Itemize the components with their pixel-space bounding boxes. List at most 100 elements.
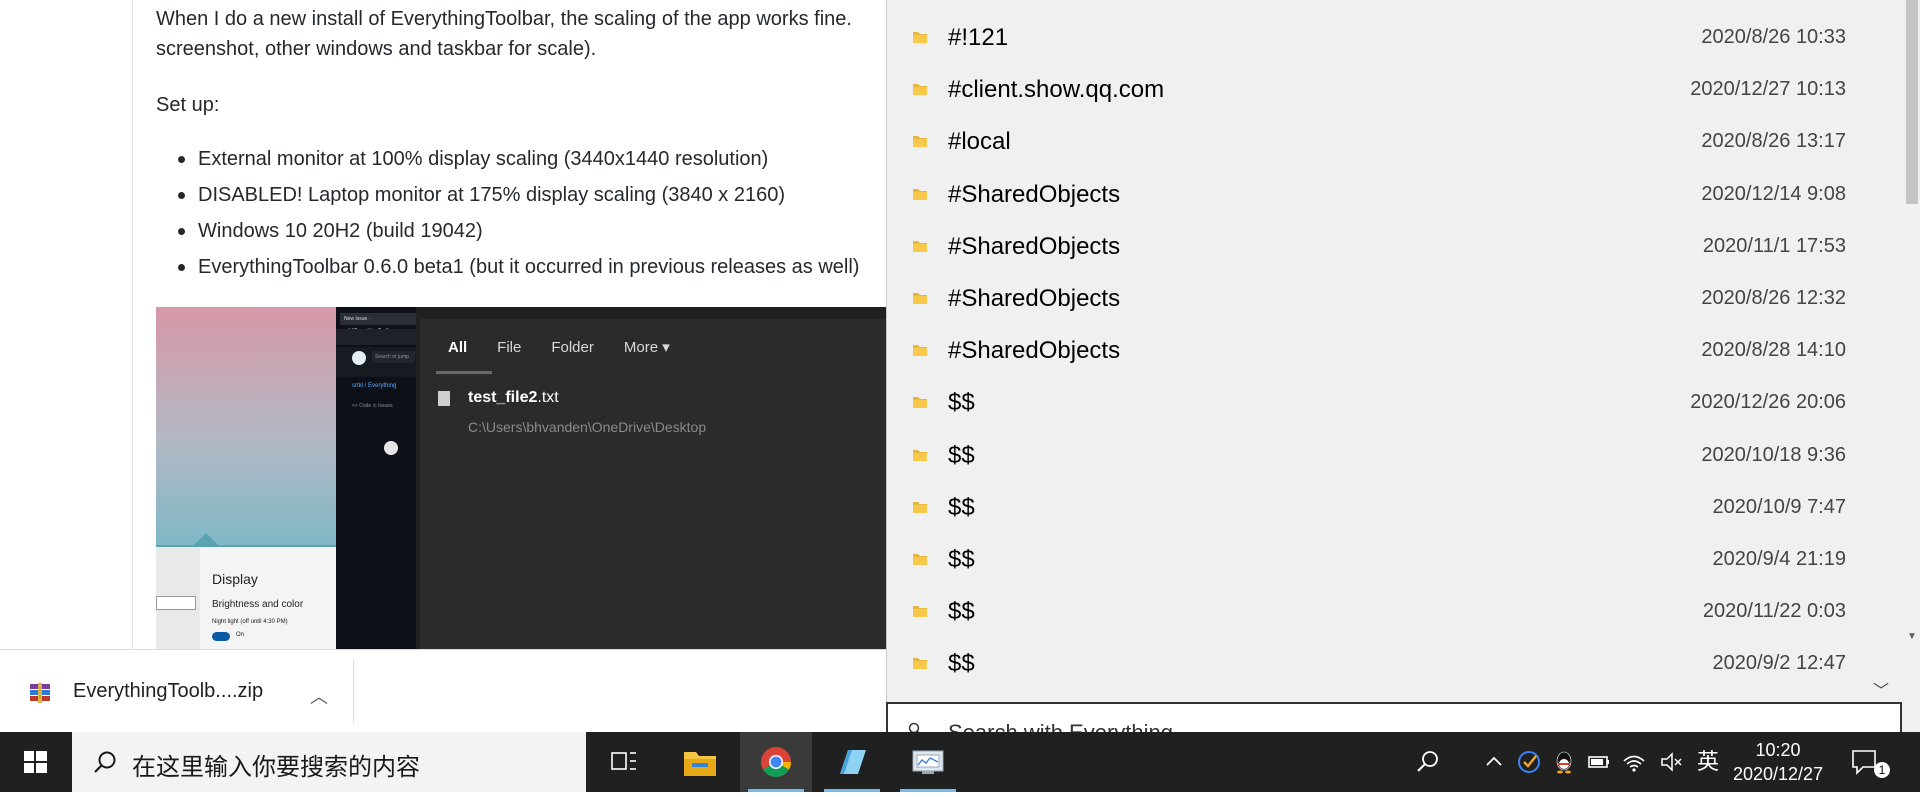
night-light-label: Night light (off until 4:30 PM) <box>212 619 288 625</box>
result-name: #SharedObjects <box>948 180 1121 208</box>
result-date: 2020/8/26 13:17 <box>1701 130 1846 153</box>
list-item[interactable]: #SharedObjects 2020/8/26 12:32 <box>886 273 1906 325</box>
result-date: 2020/10/18 9:36 <box>1701 443 1846 466</box>
result-name: $$ <box>948 389 975 417</box>
battery-icon[interactable] <box>1586 749 1612 775</box>
browser-address-bar <box>336 329 416 345</box>
result-name: $$ <box>948 598 975 626</box>
setup-label: Set up: <box>156 94 220 116</box>
active-tab-indicator <box>436 371 492 374</box>
folder-icon <box>913 293 927 304</box>
tab-file: File <box>497 338 522 356</box>
taskbar-search-input[interactable]: 在这里输入你要搜索的内容 <box>132 747 420 782</box>
result-name: #SharedObjects <box>948 337 1121 365</box>
task-view-button[interactable] <box>588 732 660 792</box>
tab-all: All <box>448 338 468 356</box>
notification-count: 1 <box>1874 762 1890 778</box>
tab-more-label: More <box>623 339 659 356</box>
notepad-icon <box>840 750 866 774</box>
everything-toolbar-popup <box>420 319 896 649</box>
list-item[interactable]: $$ 2020/11/22 0:03 <box>886 586 1906 638</box>
setup-list: External monitor at 100% display scaling… <box>156 143 859 287</box>
folder-icon <box>913 449 927 461</box>
result-name: $$ <box>948 493 975 521</box>
result-date: 2020/10/9 7:47 <box>1712 495 1846 518</box>
chevron-up-icon[interactable]: ︿ <box>310 683 328 709</box>
folder-icon <box>913 606 927 618</box>
result-name: #!121 <box>948 24 1009 51</box>
taskbar-clock[interactable]: 10:20 2020/12/27 <box>1724 738 1832 786</box>
clock-date: 2020/12/27 <box>1732 764 1824 784</box>
wifi-icon[interactable] <box>1621 749 1647 775</box>
list-item[interactable]: #!121 2020/8/26 10:33 <box>886 12 1906 64</box>
chrome-icon <box>761 747 791 778</box>
list-item[interactable]: $$ 2020/10/18 9:36 <box>886 430 1906 482</box>
list-item[interactable]: $$ 2020/9/2 12:47 <box>886 638 1906 690</box>
night-light-toggle <box>212 632 230 641</box>
result-date: 2020/8/26 12:32 <box>1701 287 1846 309</box>
list-item: EverythingToolbar 0.6.0 beta1 (but it oc… <box>156 251 859 287</box>
filter-tabs: All File Folder More ▾ <box>428 327 670 367</box>
checkmark-icon[interactable] <box>1516 749 1542 775</box>
search-icon <box>94 751 116 773</box>
desktop-wallpaper <box>156 307 336 547</box>
taskbar-search-box[interactable]: 在这里输入你要搜索的内容 <box>72 732 586 792</box>
list-item[interactable]: #SharedObjects 2020/8/28 14:10 <box>886 325 1906 377</box>
folder-icon <box>913 658 927 670</box>
chevron-down-icon[interactable]: ﹀ <box>1873 677 1889 701</box>
result-date: 2020/11/1 17:53 <box>1702 234 1846 257</box>
windows-start-icon <box>24 751 47 773</box>
taskbar-file-explorer[interactable] <box>664 732 736 792</box>
list-item[interactable]: $$ 2020/12/26 20:06 <box>886 377 1906 429</box>
folder-icon <box>913 554 927 565</box>
file-icon <box>438 391 450 406</box>
list-item[interactable]: $$ 2020/10/9 7:47 <box>886 482 1906 534</box>
github-search: Search or jump <box>372 351 415 363</box>
list-item[interactable]: #local 2020/8/26 13:17 <box>886 116 1906 168</box>
start-button[interactable] <box>0 732 72 792</box>
scroll-down-arrow-icon[interactable]: ▼ <box>1906 630 1918 644</box>
taskbar-app[interactable] <box>892 732 964 792</box>
result-date: 2020/11/22 0:03 <box>1702 600 1846 623</box>
result-name-ext: .txt <box>537 389 559 406</box>
task-view-icon <box>611 752 636 770</box>
list-item[interactable]: #SharedObjects 2020/12/14 9:08 <box>886 169 1906 221</box>
taskbar-notepad[interactable] <box>816 732 888 792</box>
folder-icon <box>913 501 927 513</box>
chevron-up-icon[interactable] <box>1481 749 1507 775</box>
folder-icon <box>913 345 927 357</box>
result-date: 2020/8/28 14:10 <box>1701 339 1846 362</box>
volume-icon[interactable] <box>1658 749 1684 775</box>
list-item: DISABLED! Laptop monitor at 175% display… <box>156 179 859 215</box>
intro-text-continued: screenshot, other windows and taskbar fo… <box>156 38 597 60</box>
list-item[interactable]: #SharedObjects 2020/11/1 17:53 <box>886 221 1906 273</box>
embedded-screenshot[interactable]: Display Brightness and color Night light… <box>156 307 896 649</box>
folder-icon <box>913 240 927 252</box>
file-explorer-icon <box>684 752 716 776</box>
list-item[interactable]: $$ 2020/9/4 21:19 <box>886 534 1906 586</box>
caret-down-icon: ▾ <box>662 339 670 356</box>
action-center-button[interactable]: 1 <box>1850 748 1890 778</box>
settings-search-box <box>156 596 196 610</box>
intro-text: When I do a new install of EverythingToo… <box>156 8 852 30</box>
result-date: 2020/12/14 9:08 <box>1701 182 1846 205</box>
tab-folder: Folder <box>551 338 594 356</box>
result-date: 2020/9/2 12:47 <box>1712 652 1846 675</box>
ime-indicator[interactable]: 英 <box>1697 744 1719 776</box>
search-icon[interactable] <box>1415 749 1441 775</box>
github-repo-crumb: srtkl / Everything <box>352 383 397 389</box>
result-date: 2020/12/26 20:06 <box>1690 391 1846 414</box>
app-icon <box>912 750 944 774</box>
list-item[interactable]: #client.show.qq.com 2020/12/27 10:13 <box>886 64 1906 116</box>
github-logo-icon <box>352 351 366 365</box>
result-name: #SharedObjects <box>948 232 1121 260</box>
result-date: 2020/8/26 10:33 <box>1701 26 1846 48</box>
qq-icon[interactable] <box>1551 749 1577 775</box>
scrollbar-thumb[interactable] <box>1906 0 1918 204</box>
toggle-state-label: On <box>236 632 245 638</box>
result-name: #client.show.qq.com <box>948 76 1165 104</box>
taskbar-chrome[interactable] <box>740 732 812 792</box>
download-filename[interactable]: EverythingToolb....zip <box>73 680 263 703</box>
download-divider <box>353 660 354 723</box>
folder-icon <box>913 84 927 96</box>
